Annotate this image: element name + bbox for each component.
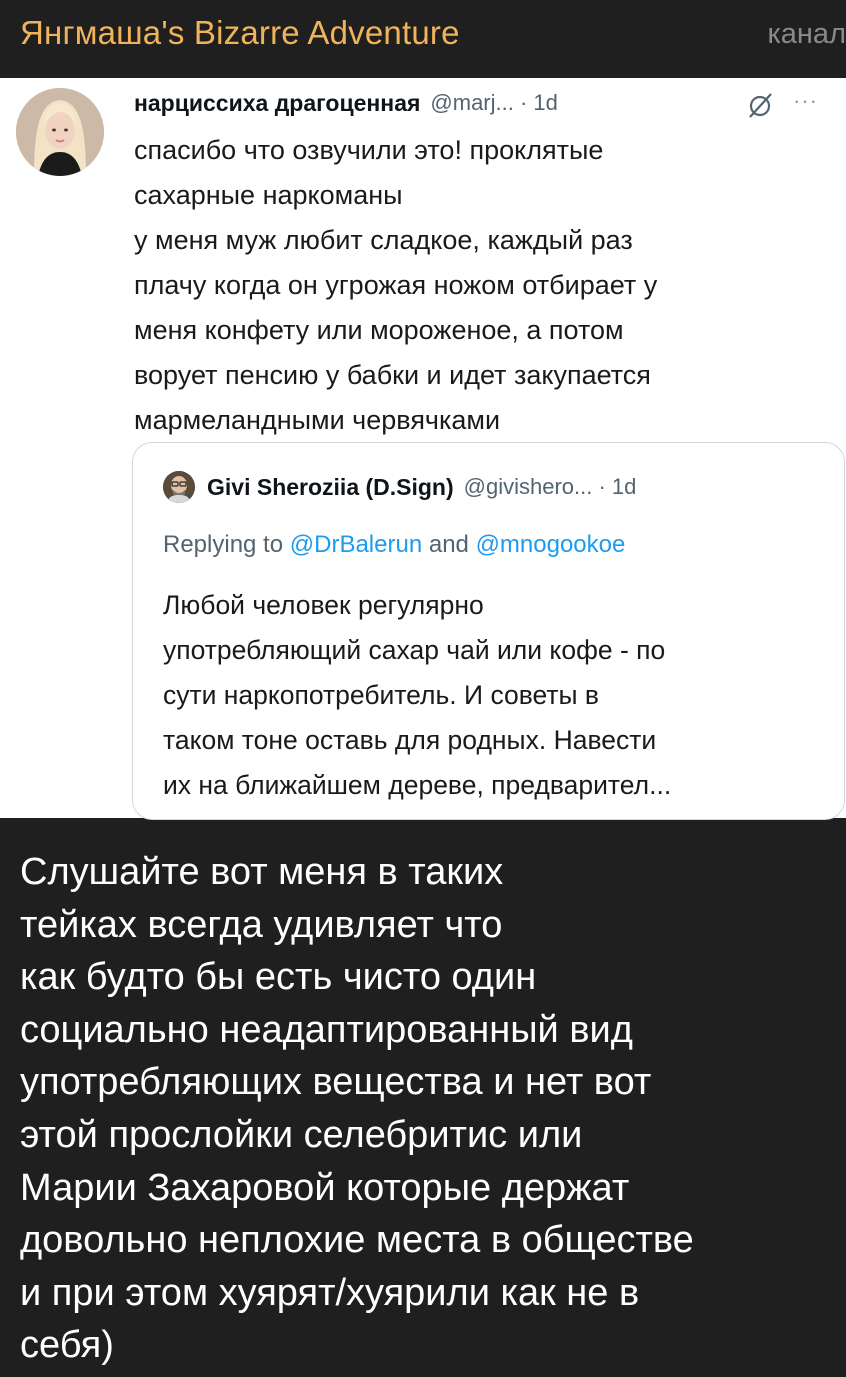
quoted-author-avatar xyxy=(163,471,195,503)
message-text: Слушайте вот меня в таких тейках всегда … xyxy=(20,851,694,1367)
quoted-tweet-card[interactable]: Givi Sheroziia (D.Sign) @givishero... · … xyxy=(132,442,845,820)
author-avatar-image xyxy=(16,88,104,176)
replying-prefix: Replying to xyxy=(163,531,290,558)
channel-tag: канал xyxy=(767,18,846,50)
mention-link[interactable]: @DrBalerun xyxy=(290,531,422,558)
replying-to-line: Replying to @DrBalerun and @mnogookoe xyxy=(163,531,625,559)
tweet-header: нарциссиха драгоценная @marj... · 1d xyxy=(134,87,558,119)
tweet-screenshot[interactable]: нарциссиха драгоценная @marj... · 1d ···… xyxy=(0,78,846,820)
quoted-author-name[interactable]: Givi Sheroziia (D.Sign) xyxy=(207,474,454,501)
more-dots-icon[interactable]: ··· xyxy=(793,88,818,114)
author-avatar xyxy=(16,88,104,176)
author-name[interactable]: нарциссиха драгоценная xyxy=(134,90,420,117)
channel-name[interactable]: Янгмаша's Bizarre Adventure xyxy=(20,14,460,52)
message-header: Янгмаша's Bizarre Adventure канал xyxy=(0,0,846,78)
tweet-text: спасибо что озвучили это! проклятые саха… xyxy=(134,135,658,435)
quoted-avatar-image xyxy=(163,471,195,503)
replying-and: and xyxy=(422,531,476,558)
quoted-tweet-header: Givi Sheroziia (D.Sign) @givishero... · … xyxy=(207,469,636,505)
quoted-tweet-text: Любой человек регулярно употребляющий са… xyxy=(163,590,672,800)
mention-link[interactable]: @mnogookoe xyxy=(476,531,626,558)
author-handle-time[interactable]: @marj... · 1d xyxy=(430,90,557,116)
quoted-author-handle-time[interactable]: @givishero... · 1d xyxy=(464,474,637,500)
slashed-circle-icon[interactable] xyxy=(745,90,775,120)
